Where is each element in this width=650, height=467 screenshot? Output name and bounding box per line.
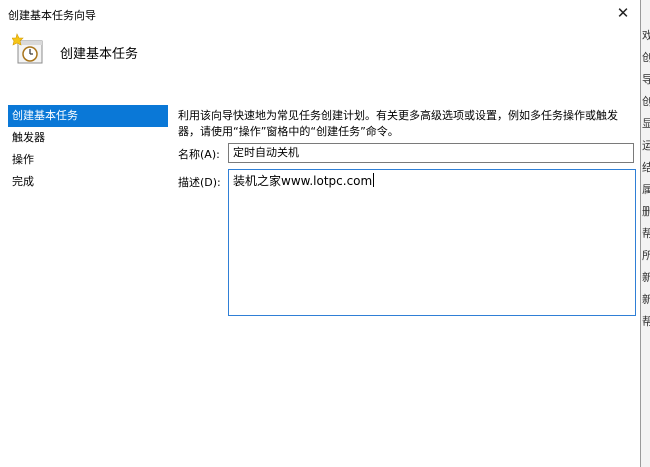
description-field[interactable]: 装机之家www.lotpc.com <box>228 169 636 316</box>
bg-char: 结 <box>642 161 650 174</box>
bg-char: 显 <box>642 117 650 130</box>
bg-char: 运 <box>642 139 650 152</box>
bg-char: 创 <box>642 51 650 64</box>
bg-char: 戏 <box>642 29 650 42</box>
background-window-strip: 戏 创 导 创 显 运 结 属 删 帮 所 新 新 帮 <box>641 0 650 467</box>
step-trigger[interactable]: 触发器 <box>8 127 168 149</box>
step-finish[interactable]: 完成 <box>8 171 168 193</box>
step-action[interactable]: 操作 <box>8 149 168 171</box>
description-text: 装机之家www.lotpc.com <box>233 174 373 188</box>
bg-char: 新 <box>642 293 650 306</box>
header-title: 创建基本任务 <box>60 47 139 62</box>
task-clock-icon <box>12 33 43 64</box>
close-icon: ✕ <box>616 4 630 22</box>
close-button[interactable]: ✕ <box>606 0 640 26</box>
bg-char: 帮 <box>642 315 650 328</box>
name-field[interactable]: 定时自动关机 <box>228 143 634 163</box>
bg-char: 创 <box>642 95 650 108</box>
bg-char: 新 <box>642 271 650 284</box>
bg-char: 导 <box>642 73 650 86</box>
task-wizard-window: 创建基本任务向导 ✕ 创建基本任务 创建基本任务 触发器 操作 完成 利用该向导… <box>0 0 641 467</box>
bg-char: 所 <box>642 249 650 262</box>
name-label: 名称(A): <box>178 148 220 161</box>
bg-char: 删 <box>642 205 650 218</box>
bg-char: 属 <box>642 183 650 196</box>
bg-char: 帮 <box>642 227 650 240</box>
title-bar[interactable]: 创建基本任务向导 ✕ <box>0 0 640 26</box>
description-label: 描述(D): <box>178 176 221 189</box>
wizard-steps: 创建基本任务 触发器 操作 完成 <box>8 105 168 193</box>
wizard-header: 创建基本任务 <box>0 26 640 82</box>
intro-text: 利用该向导快速地为常见任务创建计划。有关更多高级选项或设置，例如多任务操作或触发… <box>178 109 618 138</box>
text-caret <box>373 173 375 187</box>
window-title: 创建基本任务向导 <box>8 9 96 22</box>
step-create-basic-task[interactable]: 创建基本任务 <box>8 105 168 127</box>
wizard-content: 利用该向导快速地为常见任务创建计划。有关更多高级选项或设置，例如多任务操作或触发… <box>178 108 636 316</box>
